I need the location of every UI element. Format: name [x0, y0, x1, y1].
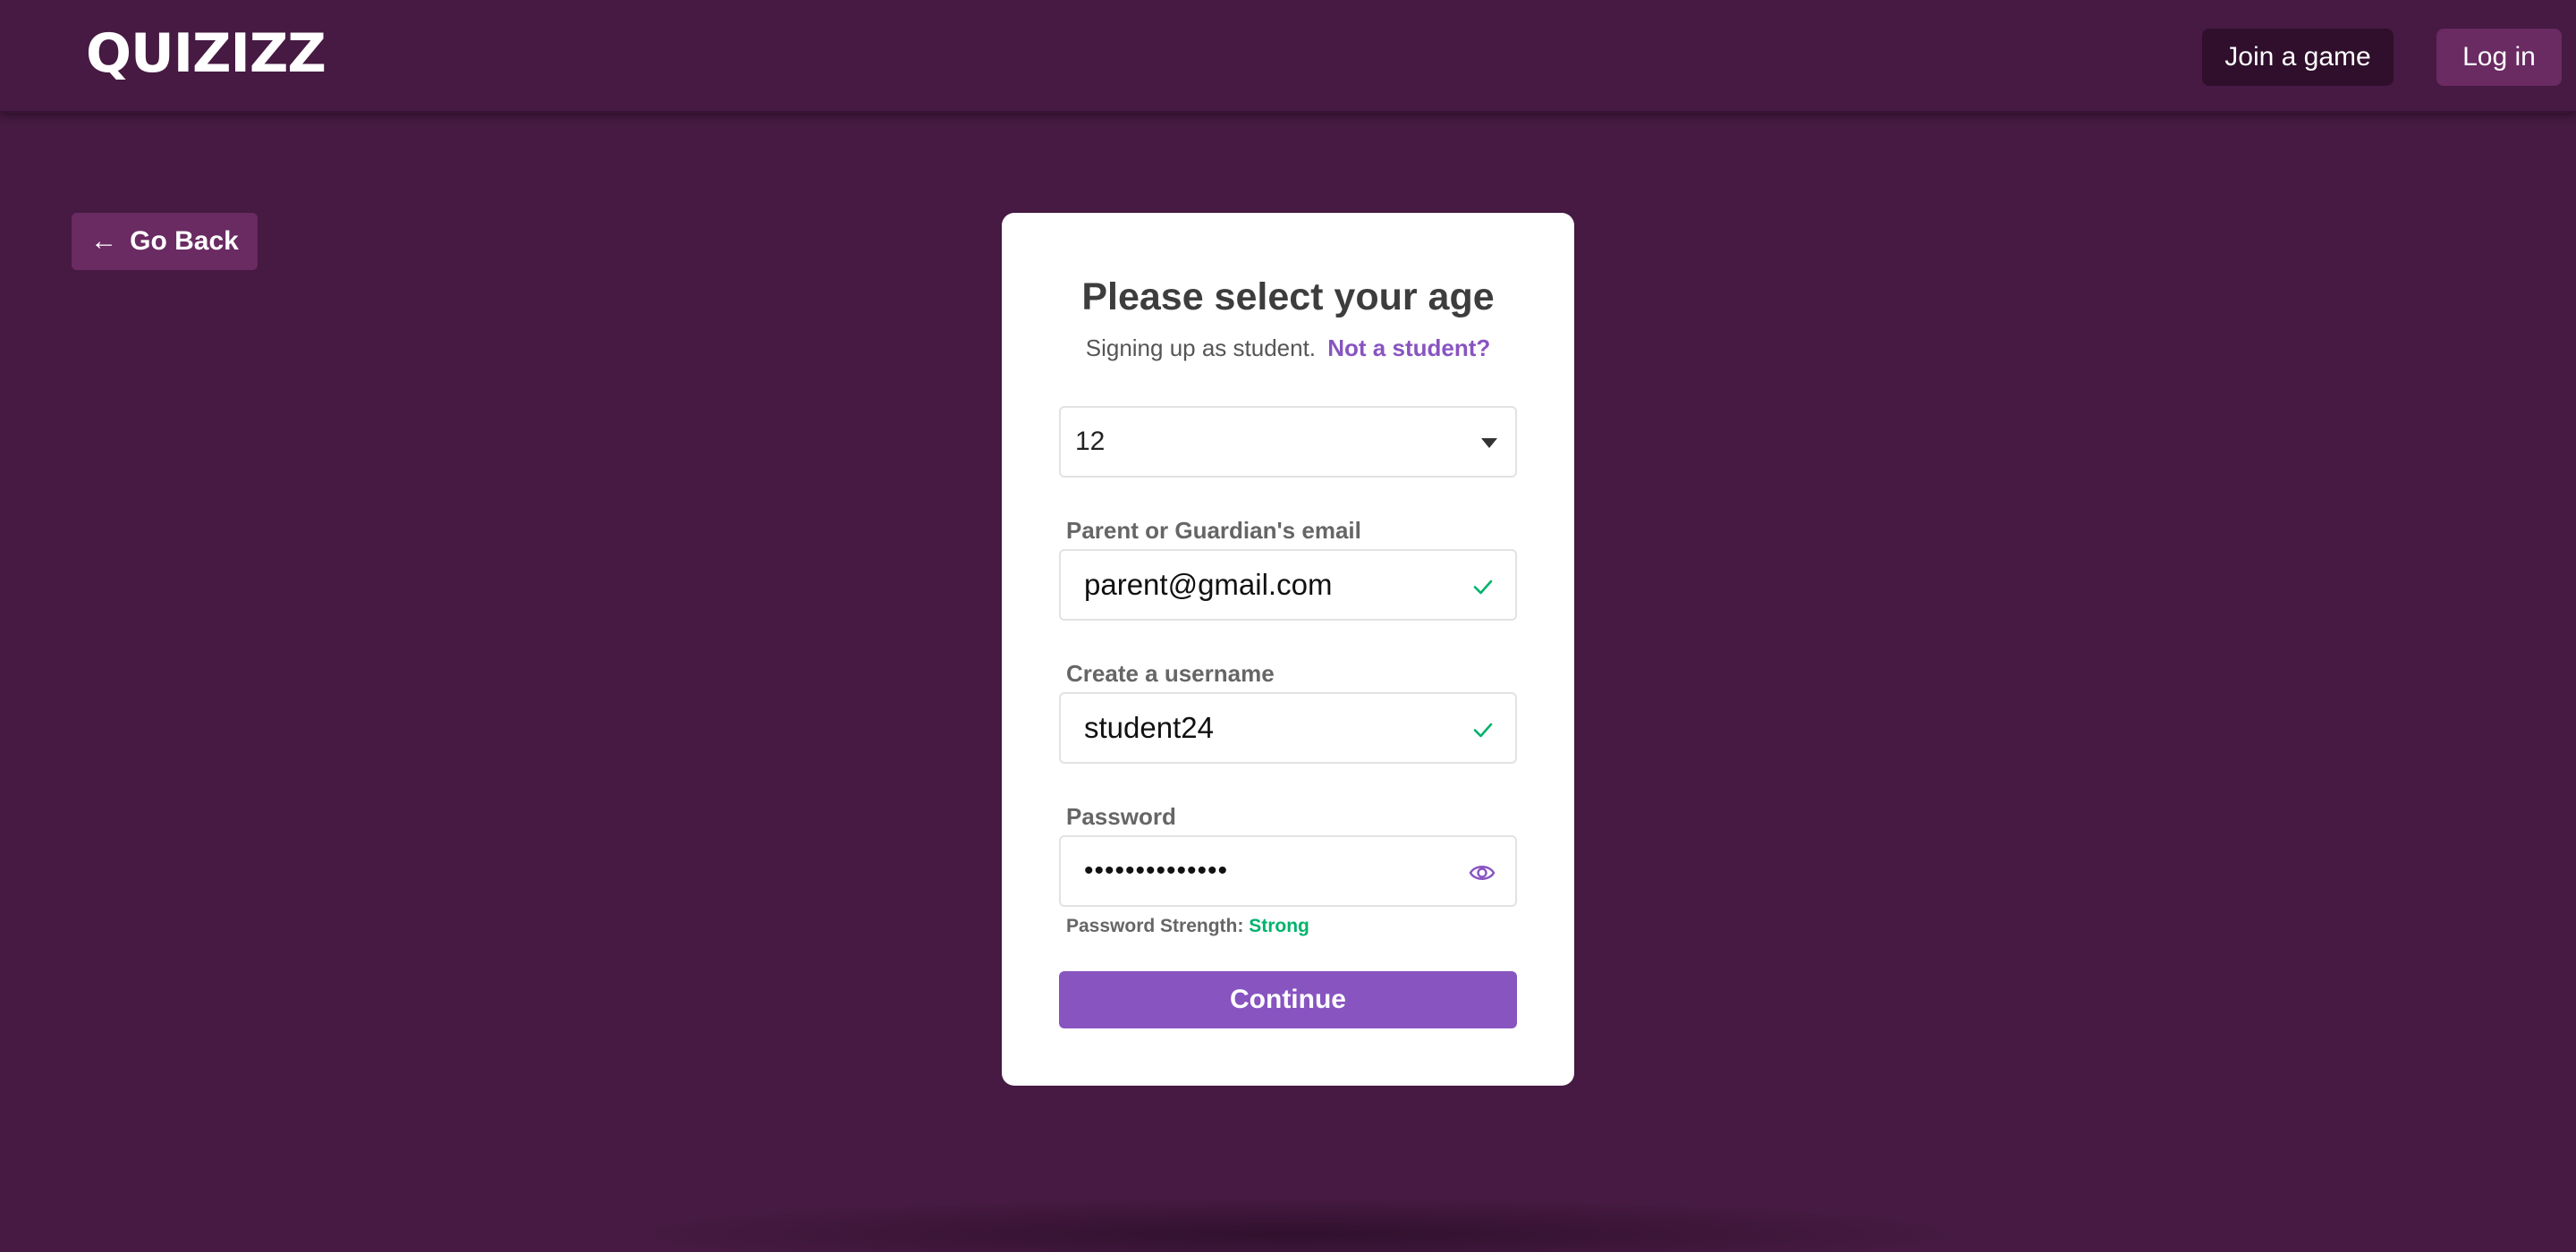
- continue-button[interactable]: Continue: [1059, 971, 1517, 1028]
- not-student-link[interactable]: Not a student?: [1327, 334, 1490, 361]
- join-game-button[interactable]: Join a game: [2202, 29, 2394, 86]
- email-label: Parent or Guardian's email: [1066, 517, 1361, 544]
- login-button[interactable]: Log in: [2436, 29, 2562, 86]
- strength-value: Strong: [1249, 916, 1309, 936]
- go-back-button[interactable]: ← Go Back: [72, 213, 258, 270]
- age-value: 12: [1075, 427, 1106, 456]
- arrow-left-icon: ←: [90, 226, 118, 256]
- username-label: Create a username: [1066, 660, 1275, 687]
- password-strength: Password Strength: Strong: [1066, 916, 1309, 937]
- background-shadow: [626, 1198, 1968, 1252]
- caret-down-icon: [1481, 438, 1497, 448]
- age-select[interactable]: 12: [1059, 406, 1517, 478]
- username-field[interactable]: student24: [1059, 692, 1517, 764]
- check-icon: [1473, 723, 1493, 738]
- subtitle-text: Signing up as student.: [1085, 334, 1317, 361]
- email-field[interactable]: parent@gmail.com: [1059, 549, 1517, 621]
- password-value: ••••••••••••••: [1084, 856, 1229, 885]
- quizizz-logo[interactable]: QUIZIZZ: [86, 22, 326, 85]
- top-navbar: QUIZIZZ Join a game Log in: [0, 0, 2576, 113]
- email-value: parent@gmail.com: [1084, 568, 1333, 601]
- page-title: Please select your age: [1081, 275, 1495, 318]
- eye-icon[interactable]: [1469, 860, 1496, 885]
- username-value: student24: [1084, 711, 1214, 744]
- logo-text: QUIZIZZ: [86, 22, 326, 85]
- signup-subtitle: Signing up as student. Not a student?: [1002, 334, 1574, 362]
- check-icon: [1473, 579, 1493, 595]
- password-label: Password: [1066, 803, 1176, 830]
- strength-label: Password Strength:: [1066, 916, 1244, 936]
- password-field[interactable]: ••••••••••••••: [1059, 835, 1517, 907]
- go-back-label: Go Back: [130, 226, 239, 256]
- signup-card: Please select your age Signing up as stu…: [1002, 213, 1574, 1086]
